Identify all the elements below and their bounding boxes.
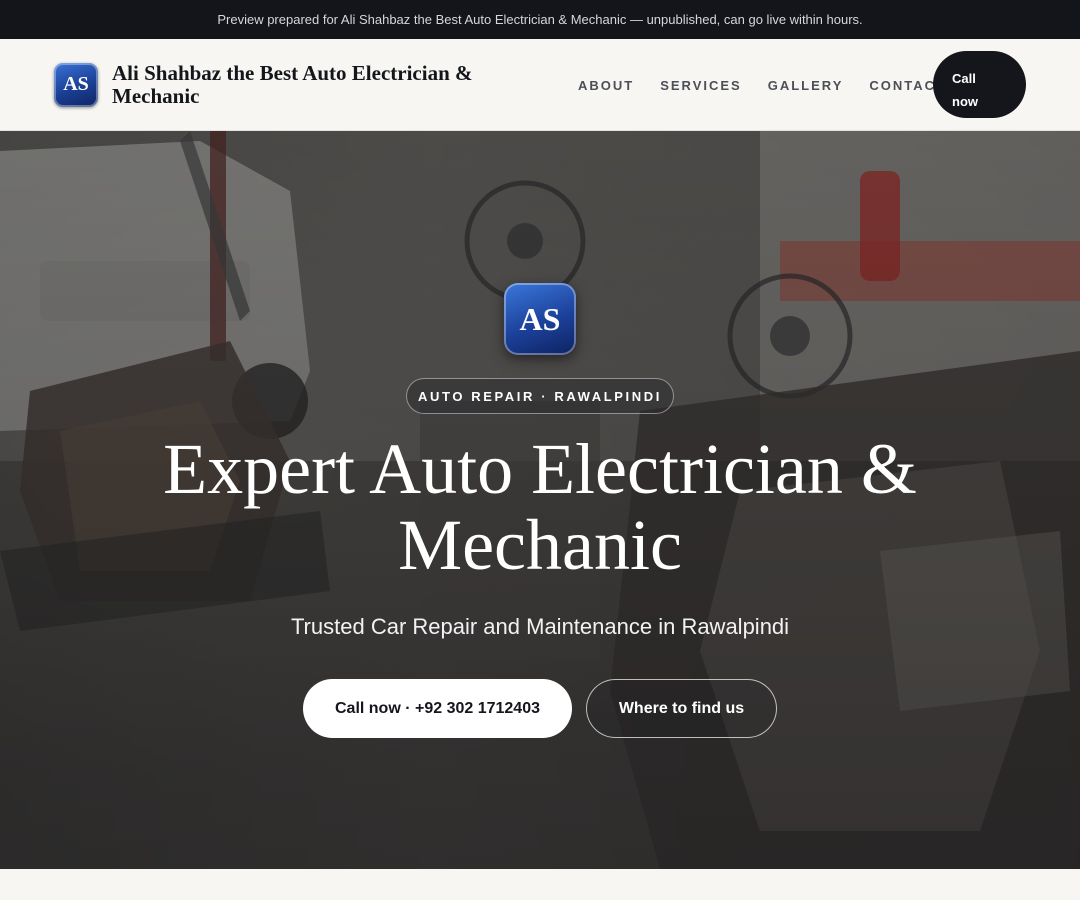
preview-banner-text: Preview prepared for Ali Shahbaz the Bes… [217,12,863,27]
next-section-edge [0,869,1080,900]
hero-section: AS AUTO REPAIR · RAWALPINDI Expert Auto … [0,131,1080,869]
brand-logo: AS [54,62,98,107]
nav-gallery[interactable]: GALLERY [768,78,844,93]
hero-title-line-2: Mechanic [398,505,682,585]
hero-logo-text: AS [519,300,561,337]
nav-about[interactable]: ABOUT [578,78,634,93]
brand-name: Ali Shahbaz the Best Auto Electrician & … [112,60,473,108]
hero-eyebrow-badge: AUTO REPAIR · RAWALPINDI [406,378,674,414]
header-call-label-2: now [952,93,978,109]
hero-title: Expert Auto Electrician & Mechanic [140,431,940,583]
preview-banner: Preview prepared for Ali Shahbaz the Bes… [0,0,1080,39]
brand[interactable]: AS Ali Shahbaz the Best Auto Electrician… [54,60,532,108]
main-nav: ABOUT SERVICES GALLERY CONTACT [578,39,946,131]
site-header: AS Ali Shahbaz the Best Auto Electrician… [0,39,1080,131]
hero-logo: AS [504,283,576,355]
where-to-find-us-button[interactable]: Where to find us [586,679,777,738]
header-call-label-1: Call [952,70,976,86]
nav-services[interactable]: SERVICES [660,78,742,93]
hero-title-line-1: Expert Auto Electrician & [163,429,917,509]
header-call-button[interactable]: Call now [933,51,1026,118]
hero-subtitle: Trusted Car Repair and Maintenance in Ra… [290,614,790,639]
call-now-button[interactable]: Call now · +92 302 1712403 [303,679,572,738]
brand-logo-text: AS [63,73,89,95]
